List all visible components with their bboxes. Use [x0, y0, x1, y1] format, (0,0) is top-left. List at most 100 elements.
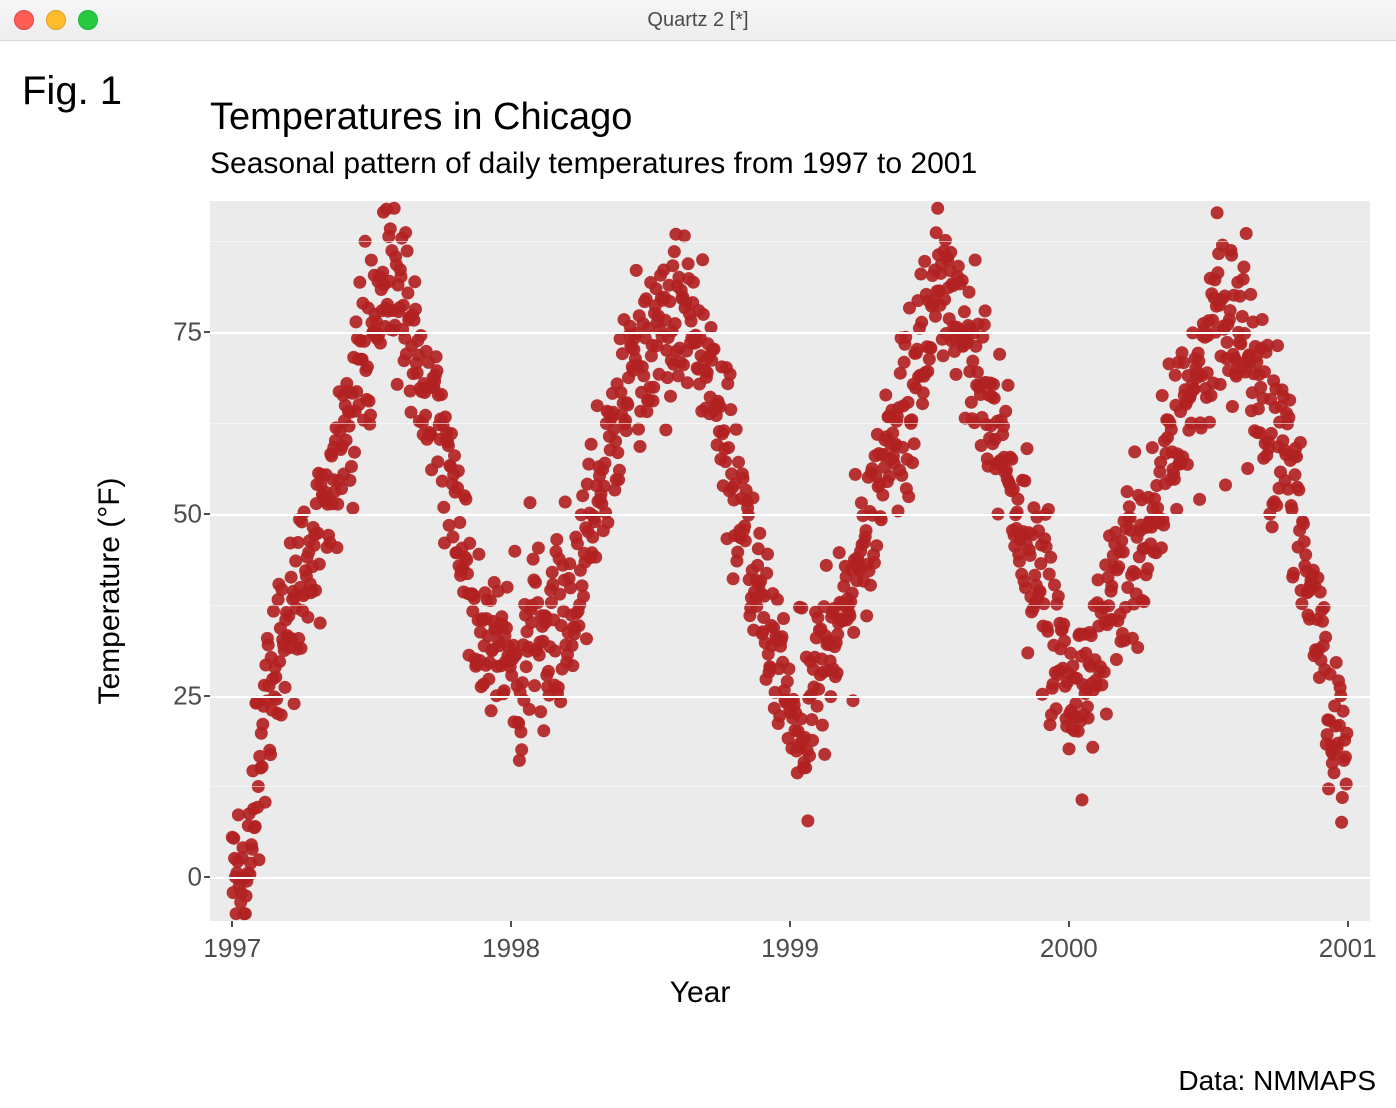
data-point: [1121, 485, 1134, 498]
data-point: [259, 796, 272, 809]
data-point: [249, 820, 262, 833]
data-point: [730, 423, 743, 436]
y-tick-mark: [204, 695, 210, 697]
data-point: [860, 609, 873, 622]
data-point: [239, 907, 252, 920]
data-point: [812, 683, 825, 696]
data-point: [343, 420, 356, 433]
data-point: [923, 353, 936, 366]
data-point: [1002, 379, 1015, 392]
data-point: [719, 455, 732, 468]
data-point: [472, 548, 485, 561]
data-point: [917, 386, 930, 399]
data-point: [811, 611, 824, 624]
data-point: [1021, 646, 1034, 659]
data-point: [931, 202, 944, 215]
data-point: [1265, 427, 1278, 440]
data-point: [340, 434, 353, 447]
data-point: [461, 567, 474, 580]
data-point: [1299, 548, 1312, 561]
minimize-icon[interactable]: [46, 10, 66, 30]
data-point: [914, 268, 927, 281]
data-point: [963, 286, 976, 299]
data-point: [697, 308, 710, 321]
data-point: [1244, 288, 1257, 301]
data-point: [1328, 766, 1341, 779]
data-point: [1041, 625, 1054, 638]
data-point: [1105, 580, 1118, 593]
data-point: [601, 516, 614, 529]
data-point: [1169, 369, 1182, 382]
data-point: [739, 534, 752, 547]
gridline-horizontal: [210, 514, 1370, 516]
gridline-horizontal: [210, 877, 1370, 879]
data-point: [1266, 520, 1279, 533]
x-tick-mark: [1068, 921, 1070, 927]
data-point: [330, 541, 343, 554]
data-point: [401, 245, 414, 258]
data-point: [460, 553, 473, 566]
data-point: [275, 583, 288, 596]
zoom-icon[interactable]: [78, 10, 98, 30]
data-point: [1098, 665, 1111, 678]
data-point: [1011, 493, 1024, 506]
data-point: [431, 455, 444, 468]
data-point: [1319, 631, 1332, 644]
data-point: [401, 287, 414, 300]
data-point: [285, 571, 298, 584]
close-icon[interactable]: [14, 10, 34, 30]
data-point: [409, 303, 422, 316]
data-point: [516, 676, 529, 689]
data-point: [864, 579, 877, 592]
data-point: [533, 649, 546, 662]
data-point: [227, 832, 240, 845]
data-point: [681, 376, 694, 389]
data-point: [585, 438, 598, 451]
data-point: [1082, 712, 1095, 725]
data-point: [1156, 389, 1169, 402]
data-point: [1336, 791, 1349, 804]
data-point: [1224, 304, 1237, 317]
data-point: [921, 365, 934, 378]
x-tick-label: 1999: [761, 933, 819, 964]
gridline-vertical-minor: [929, 926, 930, 927]
data-point: [664, 390, 677, 403]
data-point: [295, 642, 308, 655]
data-point: [924, 342, 937, 355]
data-point: [993, 348, 1006, 361]
data-point: [1322, 782, 1335, 795]
data-point: [514, 725, 527, 738]
data-point: [1340, 727, 1353, 740]
data-point: [448, 449, 461, 462]
data-point: [722, 441, 735, 454]
data-point: [550, 533, 563, 546]
data-point: [240, 890, 253, 903]
data-point: [1021, 442, 1034, 455]
data-point: [677, 358, 690, 371]
data-point: [439, 411, 452, 424]
data-point: [430, 364, 443, 377]
figure-tag: Fig. 1: [22, 69, 122, 114]
data-point: [966, 355, 979, 368]
data-point: [1318, 601, 1331, 614]
gridline-vertical-minor: [372, 926, 373, 927]
data-point: [485, 704, 498, 717]
data-point: [253, 853, 266, 866]
data-point: [781, 675, 794, 688]
gridline-horizontal: [210, 696, 1370, 698]
data-point: [1058, 635, 1071, 648]
data-point: [445, 427, 458, 440]
data-point: [860, 524, 873, 537]
data-point: [1086, 741, 1099, 754]
data-point: [350, 315, 363, 328]
gridline-horizontal: [210, 332, 1370, 334]
data-point: [1155, 541, 1168, 554]
gridline-horizontal-minor: [210, 241, 1370, 242]
data-point: [1157, 519, 1170, 532]
chart-subtitle: Seasonal pattern of daily temperatures f…: [210, 147, 977, 181]
data-point: [724, 368, 737, 381]
data-point: [529, 576, 542, 589]
data-point: [289, 555, 302, 568]
data-point: [1095, 678, 1108, 691]
data-point: [668, 245, 681, 258]
